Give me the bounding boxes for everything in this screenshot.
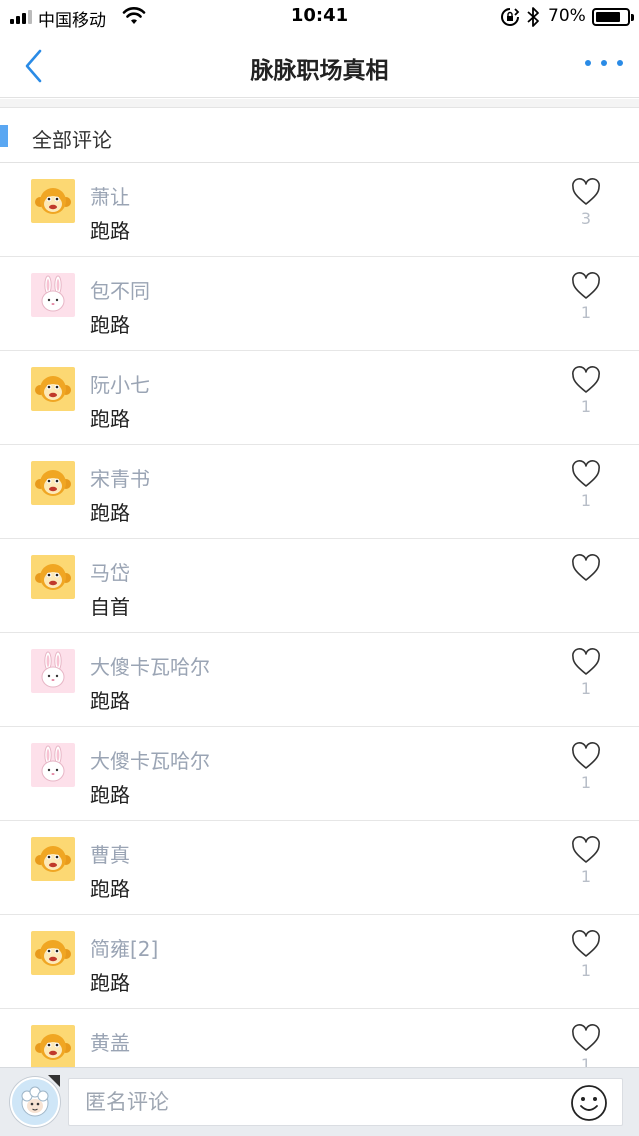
- section-header: 全部评论: [0, 109, 639, 163]
- comment-text: 跑路: [90, 219, 130, 243]
- heart-outline-icon: [572, 836, 600, 863]
- heart-outline-icon: [572, 930, 600, 957]
- like-button[interactable]: [570, 365, 602, 395]
- like-count: 1: [580, 961, 592, 980]
- like-button[interactable]: [570, 177, 602, 207]
- comment-item[interactable]: 包不同跑路 1: [0, 257, 639, 351]
- section-accent-bar: [0, 125, 8, 147]
- comment-text: 跑路: [90, 877, 130, 901]
- comment-author[interactable]: 大傻卡瓦哈尔: [90, 745, 210, 774]
- comment-text: 跑路: [90, 313, 130, 337]
- like-button[interactable]: [570, 271, 602, 301]
- rotation-lock-icon: [501, 8, 520, 26]
- like-count: 3: [580, 209, 592, 228]
- status-bar: 中国移动 10:41 70%: [0, 0, 639, 34]
- comment-author[interactable]: 宋青书: [90, 463, 150, 492]
- more-dot: [617, 60, 623, 66]
- comment-author[interactable]: 黄盖: [90, 1027, 130, 1056]
- like-button[interactable]: [570, 553, 602, 583]
- smiley-icon: [571, 1085, 607, 1121]
- rabbit-avatar[interactable]: [31, 273, 75, 317]
- screen: 中国移动 10:41 70% 脉脉职场真相 全部评论 萧让 跑路 3 包不同 跑…: [0, 0, 639, 1136]
- monkey-avatar[interactable]: [31, 931, 75, 975]
- comment-text: 自首: [90, 595, 130, 619]
- comment-text: 跑路: [90, 783, 130, 807]
- comment-author[interactable]: 包不同: [90, 275, 150, 304]
- comment-list[interactable]: 萧让 跑路 3 包不同 跑路 1 阮小七 跑路 1 宋青书 跑路 1 马岱 自首 大傻卡瓦哈尔 跑路 1 大傻卡瓦…: [0, 163, 639, 1067]
- monkey-avatar[interactable]: [31, 837, 75, 881]
- like-button[interactable]: [570, 835, 602, 865]
- heart-outline-icon: [572, 460, 600, 487]
- comment-author[interactable]: 曹真: [90, 839, 130, 868]
- clock: 10:41: [290, 5, 349, 26]
- rabbit-avatar[interactable]: [31, 649, 75, 693]
- emoji-button[interactable]: [570, 1084, 608, 1122]
- like-button[interactable]: [570, 929, 602, 959]
- section-title: 全部评论: [32, 128, 112, 152]
- comment-text: 跑路: [90, 971, 130, 995]
- like-count: 1: [580, 397, 592, 416]
- comment-text: 跑路: [90, 689, 130, 713]
- like-count: 1: [580, 867, 592, 886]
- comment-author[interactable]: 萧让: [90, 181, 130, 210]
- comment-item[interactable]: 简雍[2] 跑路 1: [0, 915, 639, 1009]
- heart-outline-icon: [572, 648, 600, 675]
- comment-item[interactable]: 马岱 自首: [0, 539, 639, 633]
- monkey-avatar[interactable]: [31, 367, 75, 411]
- like-count: 1: [580, 773, 592, 792]
- monkey-avatar[interactable]: [31, 461, 75, 505]
- heart-outline-icon: [572, 178, 600, 205]
- like-count: 1: [580, 303, 592, 322]
- navigation-bar: 脉脉职场真相: [0, 34, 639, 98]
- heart-outline-icon: [572, 366, 600, 393]
- heart-outline-icon: [572, 272, 600, 299]
- comment-item[interactable]: 阮小七跑路 1: [0, 351, 639, 445]
- comment-item[interactable]: 黄盖跑路1: [0, 1009, 639, 1067]
- comment-text: 跑路: [90, 501, 130, 525]
- more-dot: [601, 60, 607, 66]
- comment-item[interactable]: 曹真跑路 1: [0, 821, 639, 915]
- battery-icon: [592, 8, 634, 26]
- heart-outline-icon: [572, 742, 600, 769]
- like-button[interactable]: [570, 647, 602, 677]
- like-button[interactable]: [570, 1023, 602, 1053]
- like-button[interactable]: [570, 741, 602, 771]
- comment-item[interactable]: 大傻卡瓦哈尔跑路 1: [0, 727, 639, 821]
- comment-input-box: [68, 1078, 623, 1126]
- like-count: 1: [580, 679, 592, 698]
- heart-outline-icon: [572, 554, 600, 581]
- comment-author[interactable]: 马岱: [90, 557, 130, 586]
- comment-composer: [0, 1067, 639, 1136]
- switch-identity-indicator: [48, 1075, 60, 1087]
- comment-input[interactable]: [85, 1087, 555, 1117]
- rabbit-avatar[interactable]: [31, 743, 75, 787]
- comment-item[interactable]: 萧让跑路 3: [0, 163, 639, 257]
- like-button[interactable]: [570, 459, 602, 489]
- monkey-avatar[interactable]: [31, 555, 75, 599]
- bluetooth-icon: [527, 7, 539, 27]
- divider: [0, 99, 639, 108]
- comment-author[interactable]: 简雍[2]: [90, 933, 158, 962]
- more-dots-icon: [585, 60, 591, 66]
- heart-outline-icon: [572, 1024, 600, 1051]
- page-title: 脉脉职场真相: [250, 58, 389, 84]
- comment-author[interactable]: 阮小七: [90, 369, 150, 398]
- comment-item[interactable]: 宋青书跑路 1: [0, 445, 639, 539]
- more-button[interactable]: [585, 60, 623, 72]
- battery-percentage: 70%: [548, 6, 586, 26]
- comment-item[interactable]: 大傻卡瓦哈尔跑路 1: [0, 633, 639, 727]
- comment-text: 跑路: [90, 407, 130, 431]
- like-count: 1: [580, 491, 592, 510]
- monkey-avatar[interactable]: [31, 1025, 75, 1067]
- monkey-avatar[interactable]: [31, 179, 75, 223]
- like-count: 1: [580, 1055, 592, 1067]
- comment-author[interactable]: 大傻卡瓦哈尔: [90, 651, 210, 680]
